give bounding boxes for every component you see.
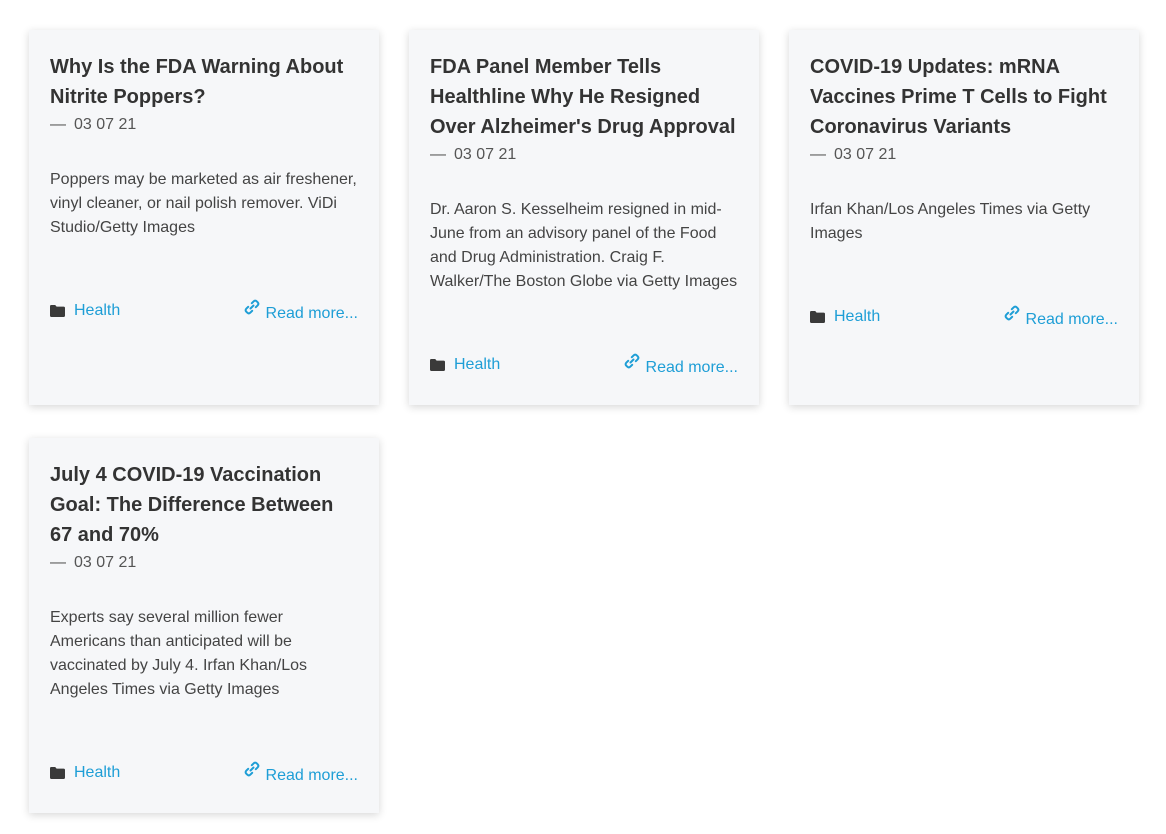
read-more-label: Read more... [645,359,738,376]
read-more-link[interactable]: Read more... [244,761,358,785]
article-title[interactable]: FDA Panel Member Tells Healthline Why He… [430,52,738,142]
date-text: 03 07 21 [74,116,137,133]
link-icon [1004,305,1020,326]
folder-icon [810,311,825,323]
folder-icon [50,305,65,317]
article-meta: Health Read more... [50,761,358,792]
article-meta: Health Read more... [50,299,358,330]
read-more-link[interactable]: Read more... [624,353,738,377]
read-more-link[interactable]: Read more... [244,299,358,323]
category-link[interactable]: Health [430,356,500,374]
article-card: July 4 COVID-19 Vaccination Goal: The Di… [29,438,379,813]
article-meta: Health Read more... [430,353,738,384]
article-excerpt: Poppers may be marketed as air freshener… [50,171,357,236]
category-link[interactable]: Health [50,764,120,782]
folder-icon [430,359,445,371]
article-date: — 03 07 21 [50,113,358,137]
article-date: — 03 07 21 [430,143,738,167]
article-meta: Health Read more... [810,305,1118,336]
dash-icon: — [50,116,66,133]
category-label: Health [454,356,501,373]
read-more-label: Read more... [265,767,358,784]
date-text: 03 07 21 [454,146,517,163]
category-link[interactable]: Health [50,302,120,320]
article-card: COVID-19 Updates: mRNA Vaccines Prime T … [789,30,1139,405]
article-excerpt: Dr. Aaron S. Kesselheim resigned in mid-… [430,201,738,290]
article-date: — 03 07 21 [50,551,358,575]
dash-icon: — [810,146,826,163]
category-label: Health [74,764,121,781]
date-text: 03 07 21 [834,146,897,163]
dash-icon: — [430,146,446,163]
link-icon [244,299,260,320]
article-grid: Why Is the FDA Warning About Nitrite Pop… [0,0,1166,834]
read-more-link[interactable]: Read more... [1004,305,1118,329]
article-title[interactable]: July 4 COVID-19 Vaccination Goal: The Di… [50,460,358,550]
link-icon [624,353,640,374]
dash-icon: — [50,554,66,571]
article-title[interactable]: Why Is the FDA Warning About Nitrite Pop… [50,52,358,112]
category-link[interactable]: Health [810,308,880,326]
article-title[interactable]: COVID-19 Updates: mRNA Vaccines Prime T … [810,52,1118,142]
article-excerpt: Experts say several million fewer Americ… [50,609,308,698]
category-label: Health [74,302,121,319]
folder-icon [50,767,65,779]
article-excerpt: Irfan Khan/Los Angeles Times via Getty I… [810,201,1091,242]
article-date: — 03 07 21 [810,143,1118,167]
category-label: Health [834,308,881,325]
article-card: FDA Panel Member Tells Healthline Why He… [409,30,759,405]
read-more-label: Read more... [265,305,358,322]
date-text: 03 07 21 [74,554,137,571]
read-more-label: Read more... [1025,311,1118,328]
link-icon [244,761,260,782]
article-card: Why Is the FDA Warning About Nitrite Pop… [29,30,379,405]
